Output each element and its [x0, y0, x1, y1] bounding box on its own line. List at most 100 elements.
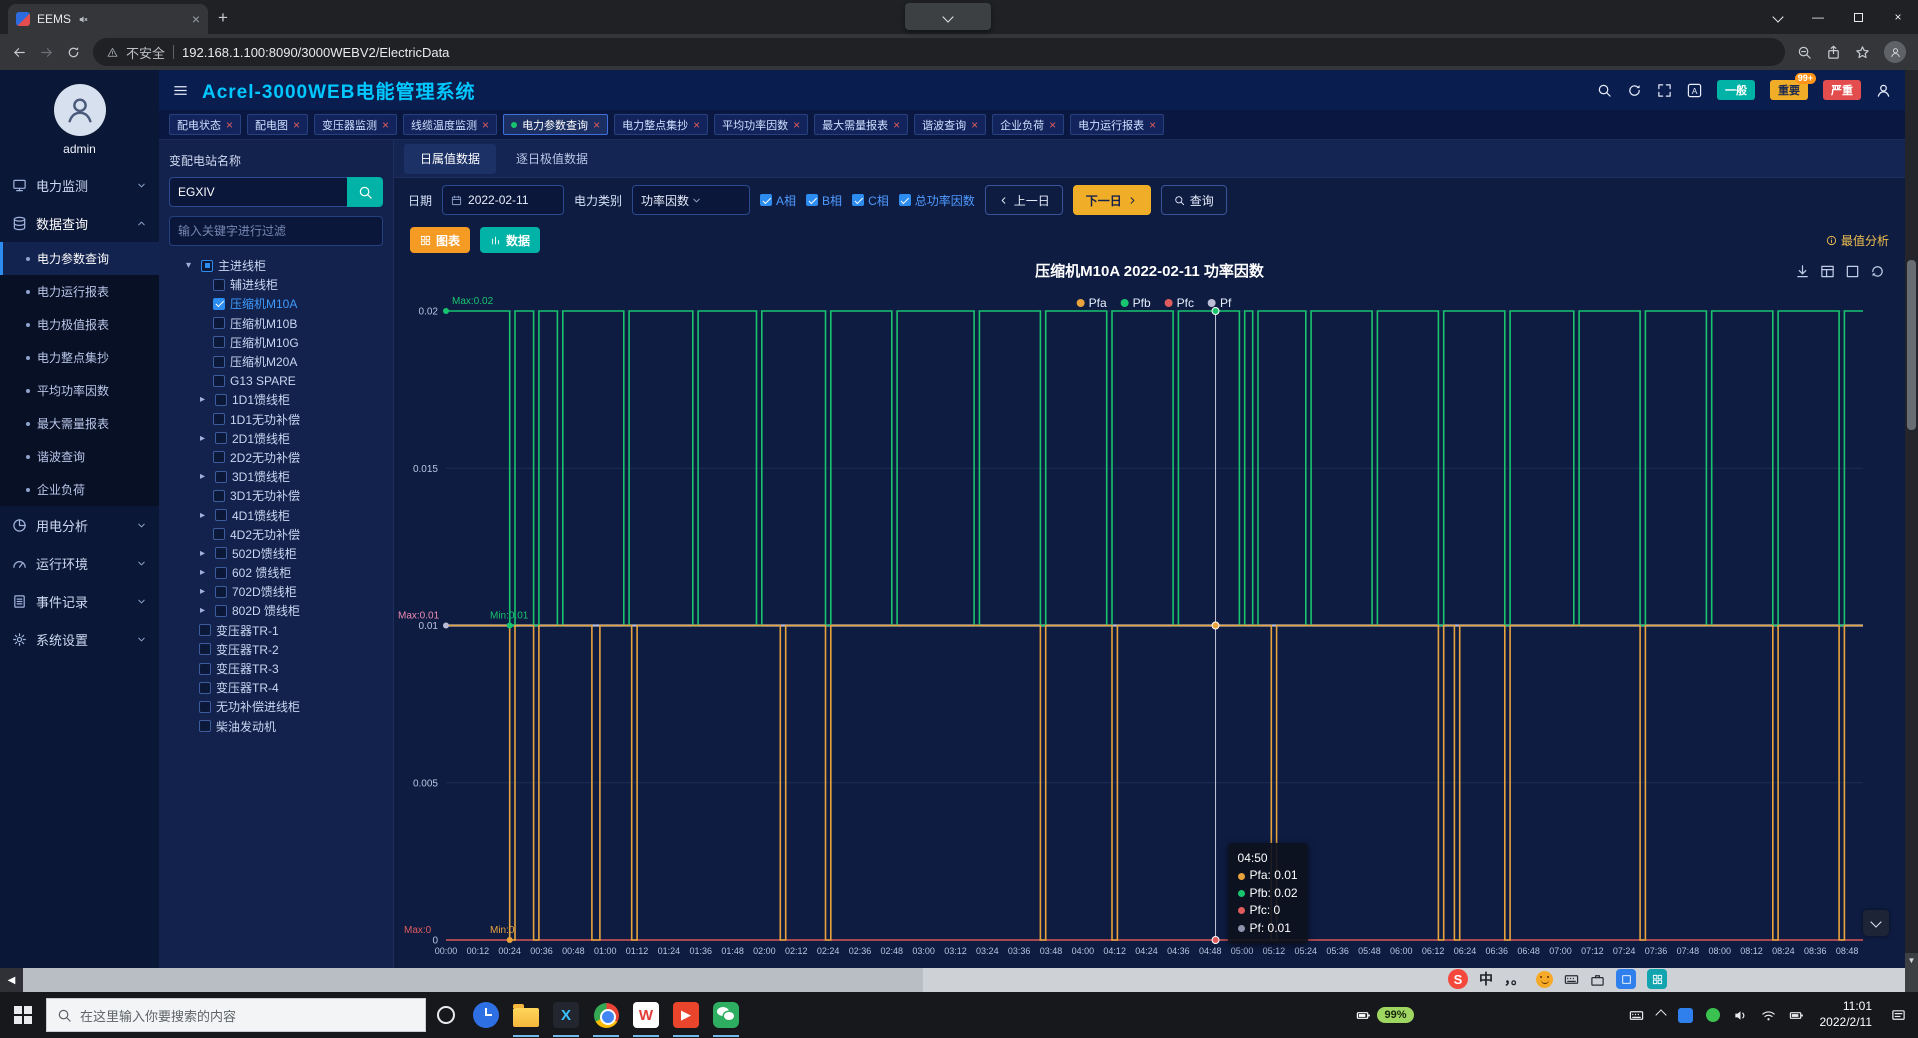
emoji-icon[interactable]	[1536, 971, 1553, 988]
tree-node[interactable]: ▸3D1馈线柜	[169, 467, 383, 486]
battery-indicator[interactable]: 99%	[1356, 1007, 1413, 1023]
checkbox[interactable]	[213, 375, 225, 387]
minimize-button[interactable]: —	[1798, 0, 1838, 34]
station-search-input[interactable]	[169, 177, 347, 207]
download-icon[interactable]	[1795, 264, 1810, 279]
tree-node[interactable]: ▸602 馈线柜	[169, 563, 383, 582]
ime-tray-icon[interactable]	[1678, 1008, 1693, 1023]
sidebar-subitem[interactable]: 电力整点集抄	[0, 341, 159, 374]
media-app-icon[interactable]: ▶	[666, 992, 706, 1038]
tree-filter-input[interactable]	[169, 216, 383, 246]
x-app-icon[interactable]: X	[546, 992, 586, 1038]
checkbox[interactable]	[213, 490, 225, 502]
sidebar-subitem[interactable]: 谐波查询	[0, 440, 159, 473]
sidebar-subitem[interactable]: 电力运行报表	[0, 275, 159, 308]
refresh-icon[interactable]	[1870, 264, 1885, 279]
tree-node[interactable]: 无功补偿进线柜	[169, 697, 383, 716]
tree-node[interactable]: 压缩机M10G	[169, 333, 383, 352]
chevron-right-icon[interactable]: ▸	[200, 433, 210, 444]
tree-node[interactable]: G13 SPARE	[169, 371, 383, 390]
close-icon[interactable]: ×	[793, 119, 800, 131]
taskbar-clock[interactable]: 11:01 2022/2/11	[1820, 999, 1873, 1030]
battery-tray-icon[interactable]	[1789, 1008, 1804, 1023]
checkbox[interactable]	[215, 567, 227, 579]
chevron-right-icon[interactable]: ▸	[200, 567, 210, 578]
tab-chip[interactable]: 平均功率因数×	[714, 114, 808, 135]
chart-view-button[interactable]: 图表	[410, 227, 470, 253]
data-view-button[interactable]: 数据	[480, 227, 540, 253]
next-day-button[interactable]: 下一日	[1073, 185, 1151, 215]
checkbox[interactable]	[215, 432, 227, 444]
category-select[interactable]: 功率因数	[632, 185, 750, 215]
checkbox[interactable]	[199, 720, 211, 732]
tab-chip[interactable]: 电力运行报表×	[1070, 114, 1164, 135]
close-icon[interactable]: ×	[593, 119, 600, 131]
normal-alarm-button[interactable]: 一般	[1717, 80, 1755, 100]
close-icon[interactable]: ×	[482, 119, 489, 131]
tree-node[interactable]: 2D2无功补偿	[169, 448, 383, 467]
tree-node[interactable]: ▸502D馈线柜	[169, 544, 383, 563]
checkbox[interactable]	[899, 194, 911, 206]
sidebar-item-environment[interactable]: 运行环境	[0, 544, 159, 582]
checkbox[interactable]	[213, 356, 225, 368]
tree-node[interactable]: 变压器TR-2	[169, 640, 383, 659]
search-icon[interactable]	[1597, 83, 1612, 98]
chevron-right-icon[interactable]: ▸	[200, 548, 210, 559]
tab-close-icon[interactable]: ×	[192, 11, 200, 27]
tree-node[interactable]: 3D1无功补偿	[169, 486, 383, 505]
maximize-button[interactable]	[1838, 0, 1878, 34]
chevron-down-icon[interactable]	[1758, 0, 1798, 34]
new-tab-button[interactable]: +	[218, 8, 228, 28]
sidebar-subitem[interactable]: 企业负荷	[0, 473, 159, 506]
share-icon[interactable]	[1826, 45, 1841, 60]
bookmark-star-icon[interactable]	[1855, 45, 1870, 60]
close-icon[interactable]: ×	[893, 119, 900, 131]
close-icon[interactable]: ×	[693, 119, 700, 131]
wechat-tray-icon[interactable]	[1706, 1008, 1720, 1022]
tab-chip[interactable]: 电力参数查询×	[503, 114, 608, 135]
vertical-scrollbar[interactable]: ▼	[1905, 70, 1918, 968]
wechat-icon[interactable]	[706, 992, 746, 1038]
prev-day-button[interactable]: 上一日	[985, 185, 1063, 215]
subtab[interactable]: 逐日极值数据	[500, 144, 604, 174]
tab-chip[interactable]: 配电状态×	[169, 114, 241, 135]
checkbox[interactable]	[215, 586, 227, 598]
close-icon[interactable]: ×	[1149, 119, 1156, 131]
zoom-icon[interactable]	[1797, 45, 1812, 60]
checkbox[interactable]	[213, 451, 225, 463]
forward-icon[interactable]	[39, 45, 54, 60]
checkbox[interactable]	[215, 605, 227, 617]
sogou-logo-icon[interactable]: S	[1448, 969, 1468, 989]
volume-icon[interactable]	[1733, 1008, 1748, 1023]
tree-node[interactable]: 压缩机M10B	[169, 314, 383, 333]
close-icon[interactable]: ×	[382, 119, 389, 131]
checkbox[interactable]	[213, 413, 225, 425]
tree-node[interactable]: 柴油发动机	[169, 717, 383, 736]
ime-mode-indicator[interactable]: 中	[1479, 969, 1493, 989]
toolbox-icon[interactable]	[1590, 972, 1605, 987]
checkbox[interactable]	[199, 663, 211, 675]
checkbox[interactable]	[199, 682, 211, 694]
sidebar-subitem[interactable]: 电力参数查询	[0, 242, 159, 275]
critical-alarm-button[interactable]: 严重	[1823, 80, 1861, 100]
tree-node[interactable]: 4D2无功补偿	[169, 525, 383, 544]
phase-checkbox[interactable]: 总功率因数	[899, 192, 975, 209]
tree-node[interactable]: 压缩机M20A	[169, 352, 383, 371]
user-icon[interactable]	[1876, 83, 1891, 98]
menu-toggle-icon[interactable]	[173, 83, 188, 98]
scroll-down-arrow[interactable]: ▼	[1905, 953, 1918, 968]
phase-checkbox[interactable]: A相	[760, 192, 796, 209]
hidden-icons-chevron[interactable]	[1657, 1008, 1665, 1022]
sidebar-item-power-monitor[interactable]: 电力监测	[0, 166, 159, 204]
sidebar-item-event-log[interactable]: 事件记录	[0, 582, 159, 620]
close-button[interactable]: ×	[1878, 0, 1918, 34]
extreme-analysis-link[interactable]: 最值分析	[1826, 232, 1889, 249]
frame-icon[interactable]	[1845, 264, 1860, 279]
checkbox[interactable]	[199, 643, 211, 655]
tree-node[interactable]: ▸2D1馈线柜	[169, 429, 383, 448]
sync-icon[interactable]	[1627, 83, 1642, 98]
date-input[interactable]: 2022-02-11	[442, 185, 564, 215]
top-center-dropdown[interactable]	[905, 3, 991, 30]
tree-node[interactable]: 变压器TR-4	[169, 678, 383, 697]
legend-item[interactable]: Pf	[1208, 296, 1231, 310]
